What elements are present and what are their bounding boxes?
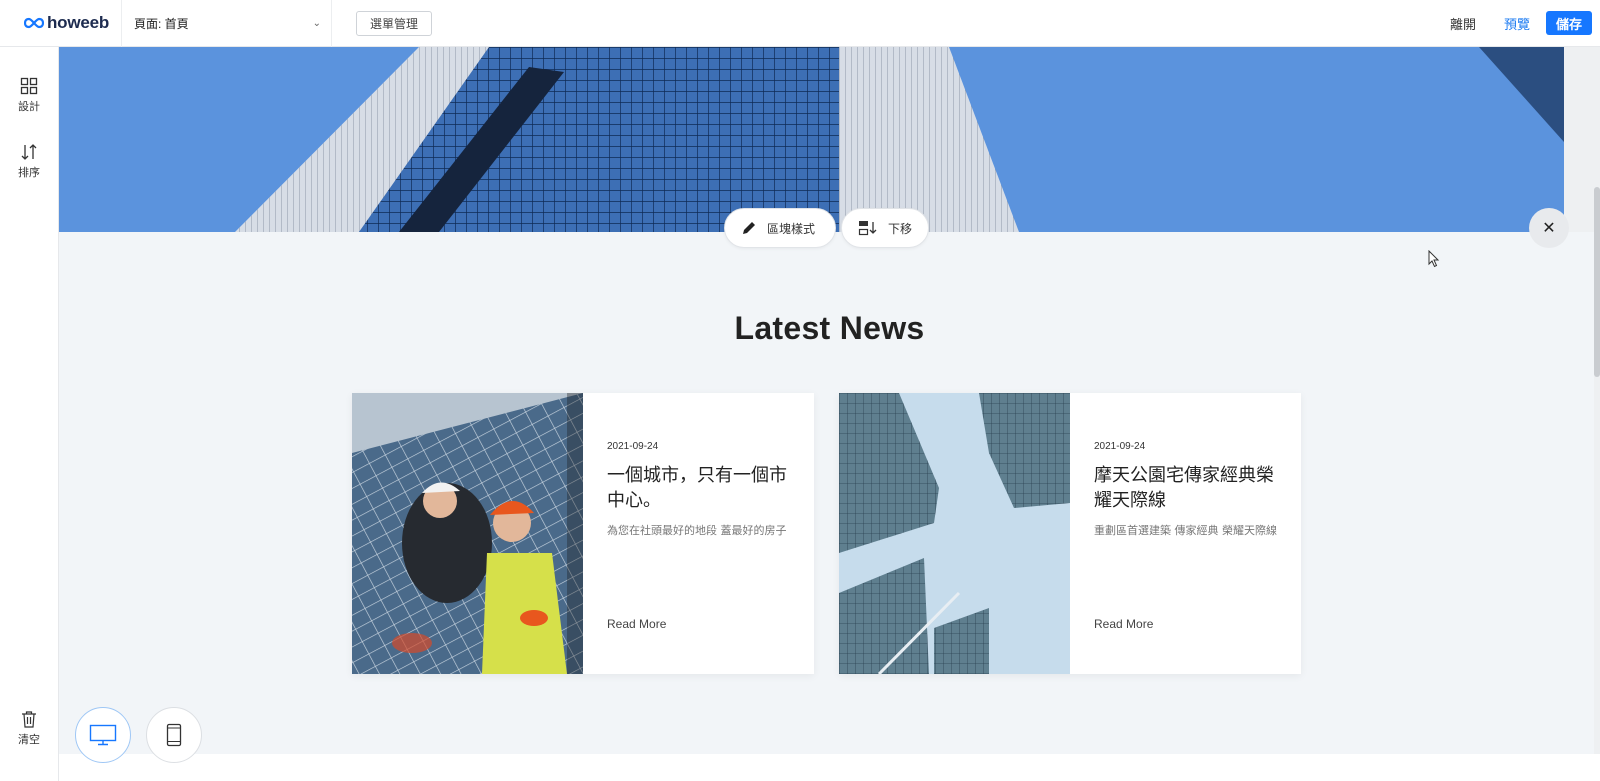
- desktop-view-button[interactable]: [75, 707, 131, 763]
- news-date: 2021-09-24: [1094, 441, 1146, 452]
- scrollbar-thumb[interactable]: [1594, 187, 1600, 377]
- sidebar-item-label: 設計: [18, 101, 40, 113]
- news-date: 2021-09-24: [607, 441, 659, 452]
- editor-canvas: 區塊樣式 下移 ✕ Latest News 2021-09-24 一個城市，只有…: [59, 47, 1600, 781]
- section-title: Latest News: [734, 310, 925, 346]
- news-title[interactable]: 一個城市，只有一個市中心。: [607, 463, 792, 513]
- close-button[interactable]: ✕: [1529, 208, 1569, 248]
- sidebar-item-sort[interactable]: 排序: [0, 143, 58, 180]
- block-style-button[interactable]: 區塊樣式: [724, 208, 836, 248]
- preview-button[interactable]: 預覽: [1504, 14, 1530, 33]
- news-card-body: 2021-09-24 一個城市，只有一個市中心。 為您在社頭最好的地段 蓋最好的…: [583, 393, 814, 674]
- mobile-icon: [166, 723, 182, 747]
- infinity-icon: [24, 17, 44, 29]
- menu-manage-button[interactable]: 選單管理: [356, 10, 433, 36]
- news-card[interactable]: 2021-09-24 摩天公園宅傳家經典榮耀天際線 重劃區首選建築 傳家經典 榮…: [839, 393, 1301, 674]
- chevron-down-icon: ⌄: [312, 17, 321, 29]
- read-more-link[interactable]: Read More: [1094, 617, 1153, 631]
- leave-button[interactable]: 離開: [1450, 14, 1476, 33]
- sidebar: 設計 排序 清空: [0, 47, 59, 781]
- news-card[interactable]: 2021-09-24 一個城市，只有一個市中心。 為您在社頭最好的地段 蓋最好的…: [352, 393, 814, 674]
- news-title[interactable]: 摩天公園宅傳家經典榮耀天際線: [1094, 463, 1279, 513]
- news-card-image: [839, 393, 1070, 674]
- desktop-icon: [89, 724, 117, 746]
- logo-text: howeeb: [47, 13, 110, 32]
- scrollbar[interactable]: [1594, 47, 1600, 781]
- news-description: 重劃區首選建築 傳家經典 榮耀天際線: [1094, 524, 1277, 537]
- news-card-body: 2021-09-24 摩天公園宅傳家經典榮耀天際線 重劃區首選建築 傳家經典 榮…: [1070, 393, 1301, 674]
- mouse-cursor-icon: [1428, 250, 1440, 268]
- move-down-icon: [858, 221, 877, 236]
- sidebar-item-design[interactable]: 設計: [0, 77, 58, 114]
- move-down-button[interactable]: 下移: [841, 208, 929, 248]
- save-button[interactable]: 儲存: [1545, 11, 1592, 35]
- mobile-view-button[interactable]: [146, 707, 202, 763]
- sidebar-item-label: 清空: [18, 734, 40, 746]
- grid-icon: [20, 77, 38, 95]
- block-style-label: 區塊樣式: [767, 221, 816, 236]
- news-card-image: [352, 393, 583, 674]
- read-more-link[interactable]: Read More: [607, 617, 666, 631]
- trash-icon: [22, 711, 36, 728]
- page-select-label: 頁面: 首頁: [134, 16, 189, 31]
- hero-image: [59, 47, 1600, 232]
- logo[interactable]: howeeb: [0, 0, 122, 47]
- top-bar: howeeb 頁面: 首頁 ⌄ 選單管理 離開 預覽 儲存: [0, 0, 1600, 47]
- sort-arrows-icon: [21, 144, 37, 160]
- sidebar-item-label: 排序: [18, 167, 40, 179]
- sidebar-item-clear[interactable]: 清空: [0, 710, 58, 747]
- pencil-icon: [743, 222, 755, 234]
- news-description: 為您在社頭最好的地段 蓋最好的房子: [607, 524, 787, 537]
- next-section: [59, 754, 1600, 781]
- page-select[interactable]: 頁面: 首頁 ⌄: [122, 0, 332, 47]
- close-icon: ✕: [1542, 220, 1556, 237]
- move-down-label: 下移: [888, 221, 913, 236]
